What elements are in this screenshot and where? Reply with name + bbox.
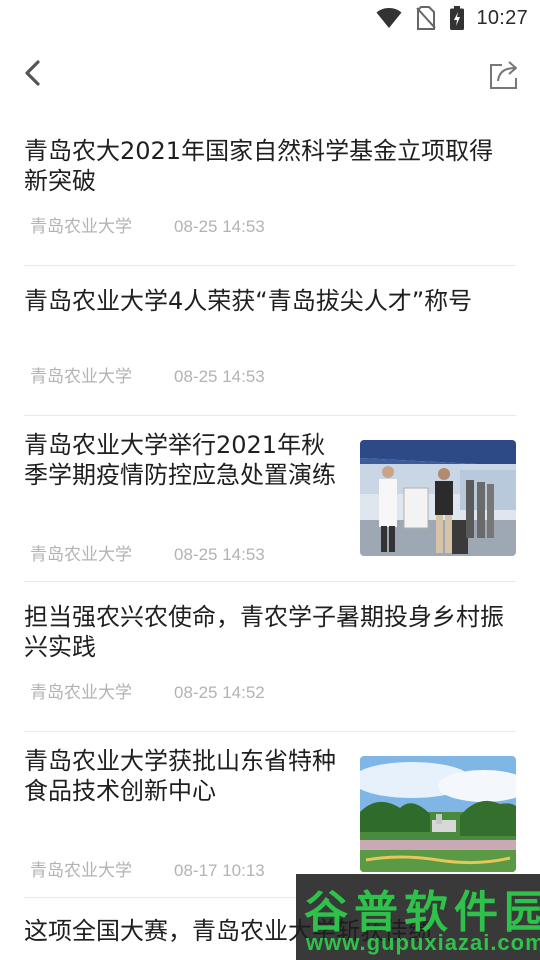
news-meta: 青岛农业大学 08-25 14:53: [30, 540, 265, 565]
status-icons: 10:27: [376, 4, 528, 32]
chevron-left-icon: [25, 60, 40, 86]
nav-bar: [0, 46, 540, 102]
epidemic-drill-thumbnail: [360, 440, 516, 556]
status-bar: 10:27: [0, 0, 540, 36]
watermark: 谷普软件园 www.gupuxiazai.com: [296, 874, 540, 960]
wifi-icon: [376, 7, 402, 29]
back-button[interactable]: [16, 56, 52, 92]
news-item[interactable]: 青岛农业大学举行2021年秋季学期疫情防控应急处置演练 青岛农业大学 08-25 …: [24, 416, 516, 582]
news-source: 青岛农业大学: [30, 367, 132, 386]
news-item[interactable]: 青岛农业大学4人荣获“青岛拔尖人才”称号 青岛农业大学 08-25 14:53: [24, 266, 516, 416]
news-item[interactable]: 青岛农大2021年国家自然科学基金立项取得新突破 青岛农业大学 08-25 14:…: [24, 116, 516, 266]
news-title: 青岛农业大学4人荣获“青岛拔尖人才”称号: [24, 287, 473, 315]
news-time: 08-25 14:53: [174, 217, 265, 236]
no-sim-icon: [416, 6, 437, 30]
news-source: 青岛农业大学: [30, 217, 132, 236]
news-meta: 青岛农业大学 08-17 10:13: [30, 856, 265, 881]
news-source: 青岛农业大学: [30, 545, 132, 564]
battery-charging-icon: [450, 6, 465, 30]
watermark-url: www.gupuxiazai.com: [306, 930, 540, 955]
share-icon: [490, 61, 517, 89]
news-time: 08-25 14:53: [174, 545, 265, 564]
news-time: 08-17 10:13: [174, 861, 265, 880]
news-time: 08-25 14:53: [174, 367, 265, 386]
campus-thumbnail: [360, 756, 516, 872]
news-title: 青岛农业大学获批山东省特种食品技术创新中心: [24, 747, 336, 805]
news-item[interactable]: 担当强农兴农使命，青农学子暑期投身乡村振兴实践 青岛农业大学 08-25 14:5…: [24, 582, 516, 732]
news-title: 担当强农兴农使命，青农学子暑期投身乡村振兴实践: [24, 603, 504, 661]
news-title: 青岛农业大学举行2021年秋季学期疫情防控应急处置演练: [24, 431, 336, 489]
news-title: 青岛农大2021年国家自然科学基金立项取得新突破: [24, 137, 494, 195]
news-meta: 青岛农业大学 08-25 14:53: [30, 362, 265, 387]
news-meta: 青岛农业大学 08-25 14:52: [30, 678, 265, 703]
news-list: 青岛农大2021年国家自然科学基金立项取得新突破 青岛农业大学 08-25 14:…: [24, 116, 516, 898]
news-time: 08-25 14:52: [174, 683, 265, 702]
share-button[interactable]: [486, 56, 522, 92]
status-time: 10:27: [476, 6, 528, 29]
news-source: 青岛农业大学: [30, 683, 132, 702]
news-source: 青岛农业大学: [30, 861, 132, 880]
news-meta: 青岛农业大学 08-25 14:53: [30, 212, 265, 237]
